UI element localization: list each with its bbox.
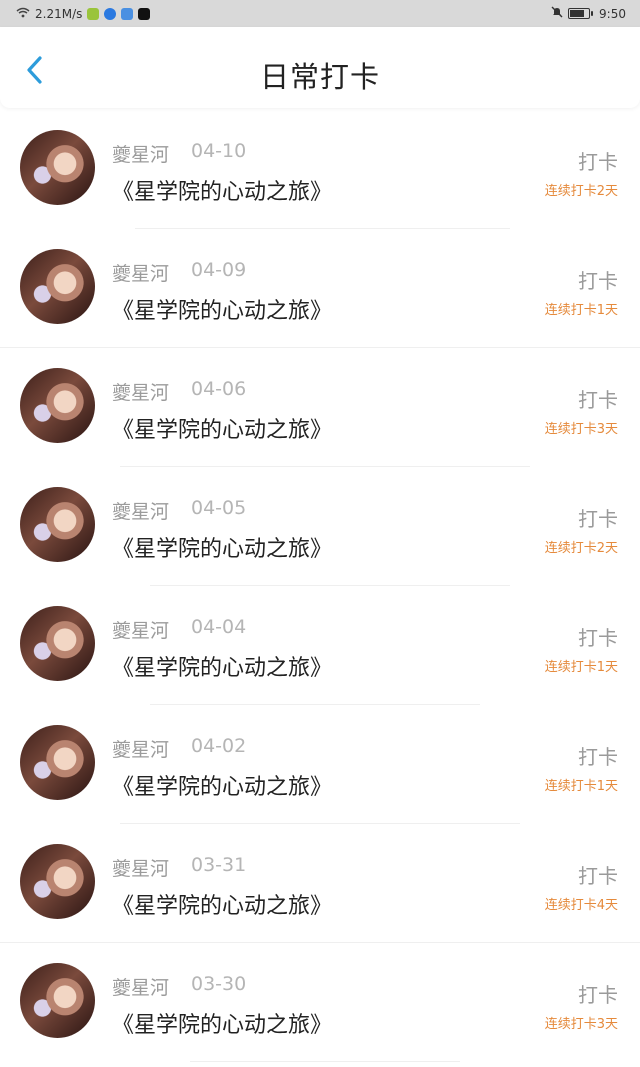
book-title: 《星学院的心动之旅》 xyxy=(112,537,333,562)
avatar xyxy=(20,606,95,681)
avatar xyxy=(20,130,95,205)
book-title: 《星学院的心动之旅》 xyxy=(112,418,333,443)
list-item[interactable]: 夔星河 04-02 《星学院的心动之旅》 打卡 连续打卡1天 xyxy=(0,705,640,824)
list-item[interactable]: 夔星河 03-30 《星学院的心动之旅》 打卡 连续打卡3天 xyxy=(0,943,640,1062)
app-notification-icon xyxy=(104,7,117,20)
checkin-button[interactable]: 打卡 xyxy=(578,622,618,651)
user-name: 夔星河 xyxy=(112,620,170,642)
book-title: 《星学院的心动之旅》 xyxy=(112,775,333,800)
checkin-button[interactable]: 打卡 xyxy=(578,860,618,889)
status-left: 2.21M/s xyxy=(16,6,151,21)
book-title: 《星学院的心动之旅》 xyxy=(112,1013,333,1038)
checkin-date: 04-05 xyxy=(191,497,247,519)
avatar xyxy=(20,368,95,443)
user-name: 夔星河 xyxy=(112,501,170,523)
checkin-button[interactable]: 打卡 xyxy=(578,384,618,413)
book-title: 《星学院的心动之旅》 xyxy=(112,894,333,919)
checkin-button[interactable]: 打卡 xyxy=(578,741,618,770)
user-name: 夔星河 xyxy=(112,382,170,404)
list-item[interactable]: 夔星河 04-10 《星学院的心动之旅》 打卡 连续打卡2天 xyxy=(0,110,640,229)
list-item[interactable]: 夔星河 03-31 《星学院的心动之旅》 打卡 连续打卡4天 xyxy=(0,824,640,943)
tiktok-icon xyxy=(138,7,151,20)
user-name: 夔星河 xyxy=(112,977,170,999)
checkin-date: 04-04 xyxy=(191,616,247,638)
clock: 9:50 xyxy=(599,6,626,21)
checkin-date: 03-30 xyxy=(191,973,247,995)
streak-label: 连续打卡3天 xyxy=(544,1017,618,1032)
user-name: 夔星河 xyxy=(112,739,170,761)
avatar xyxy=(20,249,95,324)
wifi-icon xyxy=(16,7,30,21)
checkin-date: 03-31 xyxy=(191,854,247,876)
checkin-button[interactable]: 打卡 xyxy=(578,146,618,175)
battery-icon xyxy=(568,8,594,19)
user-name: 夔星河 xyxy=(112,263,170,285)
streak-label: 连续打卡1天 xyxy=(544,303,618,318)
page-title: 日常打卡 xyxy=(259,60,380,94)
app-notification-icon xyxy=(87,7,100,20)
header: 日常打卡 xyxy=(0,27,640,108)
status-right: 9:50 xyxy=(551,6,626,21)
checkin-date: 04-10 xyxy=(191,140,247,162)
streak-label: 连续打卡1天 xyxy=(544,779,618,794)
status-bar: 2.21M/s 9:50 xyxy=(0,0,640,27)
streak-label: 连续打卡4天 xyxy=(544,898,618,913)
checkin-date: 04-02 xyxy=(191,735,247,757)
network-speed: 2.21M/s xyxy=(35,6,83,21)
user-name: 夔星河 xyxy=(112,144,170,166)
avatar xyxy=(20,487,95,562)
checkin-button[interactable]: 打卡 xyxy=(578,503,618,532)
app-notification-icon xyxy=(121,7,134,20)
streak-label: 连续打卡1天 xyxy=(544,660,618,675)
streak-label: 连续打卡2天 xyxy=(544,541,618,556)
streak-label: 连续打卡2天 xyxy=(544,184,618,199)
user-name: 夔星河 xyxy=(112,858,170,880)
list-item[interactable]: 夔星河 04-06 《星学院的心动之旅》 打卡 连续打卡3天 xyxy=(0,348,640,467)
checkin-list: 夔星河 04-10 《星学院的心动之旅》 打卡 连续打卡2天 夔星河 04-09… xyxy=(0,110,640,1062)
book-title: 《星学院的心动之旅》 xyxy=(112,299,333,324)
checkin-date: 04-06 xyxy=(191,378,247,400)
list-item[interactable]: 夔星河 04-04 《星学院的心动之旅》 打卡 连续打卡1天 xyxy=(0,586,640,705)
avatar xyxy=(20,725,95,800)
divider xyxy=(190,1061,460,1062)
list-item[interactable]: 夔星河 04-09 《星学院的心动之旅》 打卡 连续打卡1天 xyxy=(0,229,640,348)
streak-label: 连续打卡3天 xyxy=(544,422,618,437)
avatar xyxy=(20,844,95,919)
checkin-button[interactable]: 打卡 xyxy=(578,979,618,1008)
book-title: 《星学院的心动之旅》 xyxy=(112,180,333,205)
checkin-date: 04-09 xyxy=(191,259,247,281)
list-item[interactable]: 夔星河 04-05 《星学院的心动之旅》 打卡 连续打卡2天 xyxy=(0,467,640,586)
checkin-button[interactable]: 打卡 xyxy=(578,265,618,294)
avatar xyxy=(20,963,95,1038)
book-title: 《星学院的心动之旅》 xyxy=(112,656,333,681)
mute-icon xyxy=(551,6,563,21)
